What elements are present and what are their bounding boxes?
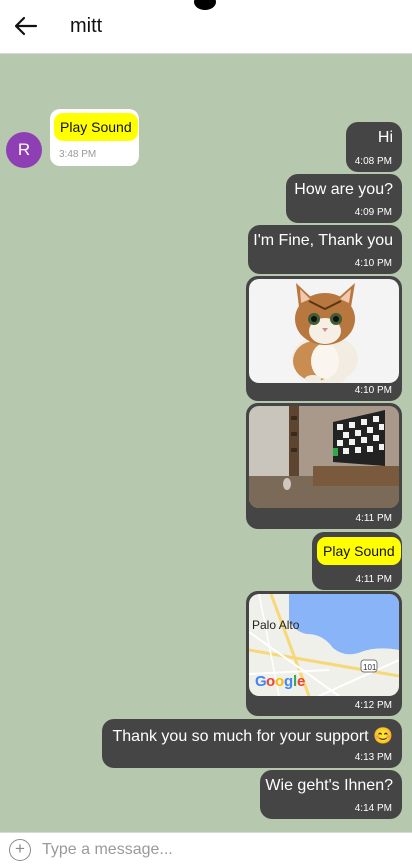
map-place-label: Palo Alto (252, 618, 300, 632)
outgoing-image-message: 4:11 PM (246, 403, 402, 529)
camera-notch (194, 0, 216, 10)
message-time: 3:48 PM (59, 149, 97, 160)
avatar[interactable]: R (6, 132, 42, 168)
play-sound-button[interactable]: Play Sound (317, 537, 401, 565)
outgoing-message: Thank you so much for your support 😊 4:1… (102, 719, 402, 768)
outgoing-message: I'm Fine, Thank you 4:10 PM (248, 225, 402, 274)
room-tv-photo[interactable] (249, 406, 399, 508)
outgoing-message: Play Sound 4:11 PM (312, 532, 402, 590)
message-list[interactable]: R Play Sound 3:48 PM Hi 4:08 PM How are … (0, 54, 412, 832)
svg-text:e: e (297, 673, 305, 690)
message-time: 4:09 PM (354, 207, 392, 218)
outgoing-message: How are you? 4:09 PM (286, 174, 402, 223)
chat-title: mitt (70, 15, 103, 37)
outgoing-location-message: 101 Palo Alto G o o g l e 4:12 PM (246, 591, 402, 716)
message-time: 4:13 PM (354, 752, 392, 763)
message-composer: + (0, 832, 412, 866)
message-text: I'm Fine, Thank you (253, 232, 393, 249)
google-logo: G o o g l e (255, 673, 305, 690)
message-time: 4:12 PM (354, 700, 392, 711)
message-text: Wie geht's Ihnen? (265, 777, 393, 794)
arrow-left-icon[interactable] (12, 14, 40, 38)
cat-photo[interactable] (249, 279, 399, 383)
plus-circle-icon[interactable]: + (9, 839, 31, 861)
message-time: 4:08 PM (354, 156, 392, 167)
app-header: mitt (0, 0, 412, 54)
play-sound-button[interactable]: Play Sound (54, 113, 138, 141)
svg-text:o: o (275, 673, 284, 690)
svg-text:o: o (266, 673, 275, 690)
message-time: 4:11 PM (355, 513, 393, 524)
message-time: 4:11 PM (355, 574, 393, 585)
map[interactable]: 101 Palo Alto G o o g l e (249, 594, 399, 696)
message-time: 4:10 PM (354, 258, 392, 269)
incoming-message: Play Sound 3:48 PM (50, 109, 139, 166)
outgoing-message: Wie geht's Ihnen? 4:14 PM (260, 770, 402, 819)
svg-text:101: 101 (363, 663, 377, 672)
message-text: How are you? (294, 181, 393, 198)
outgoing-message: Hi 4:08 PM (346, 122, 402, 172)
message-time: 4:14 PM (354, 803, 392, 814)
message-text: Thank you so much for your support 😊 (112, 728, 394, 745)
outgoing-image-message: 4:10 PM (246, 276, 402, 401)
message-text: Hi (377, 129, 393, 146)
svg-text:g: g (284, 673, 293, 690)
message-input[interactable] (42, 839, 392, 861)
message-time: 4:10 PM (354, 385, 392, 396)
svg-text:G: G (255, 673, 267, 690)
